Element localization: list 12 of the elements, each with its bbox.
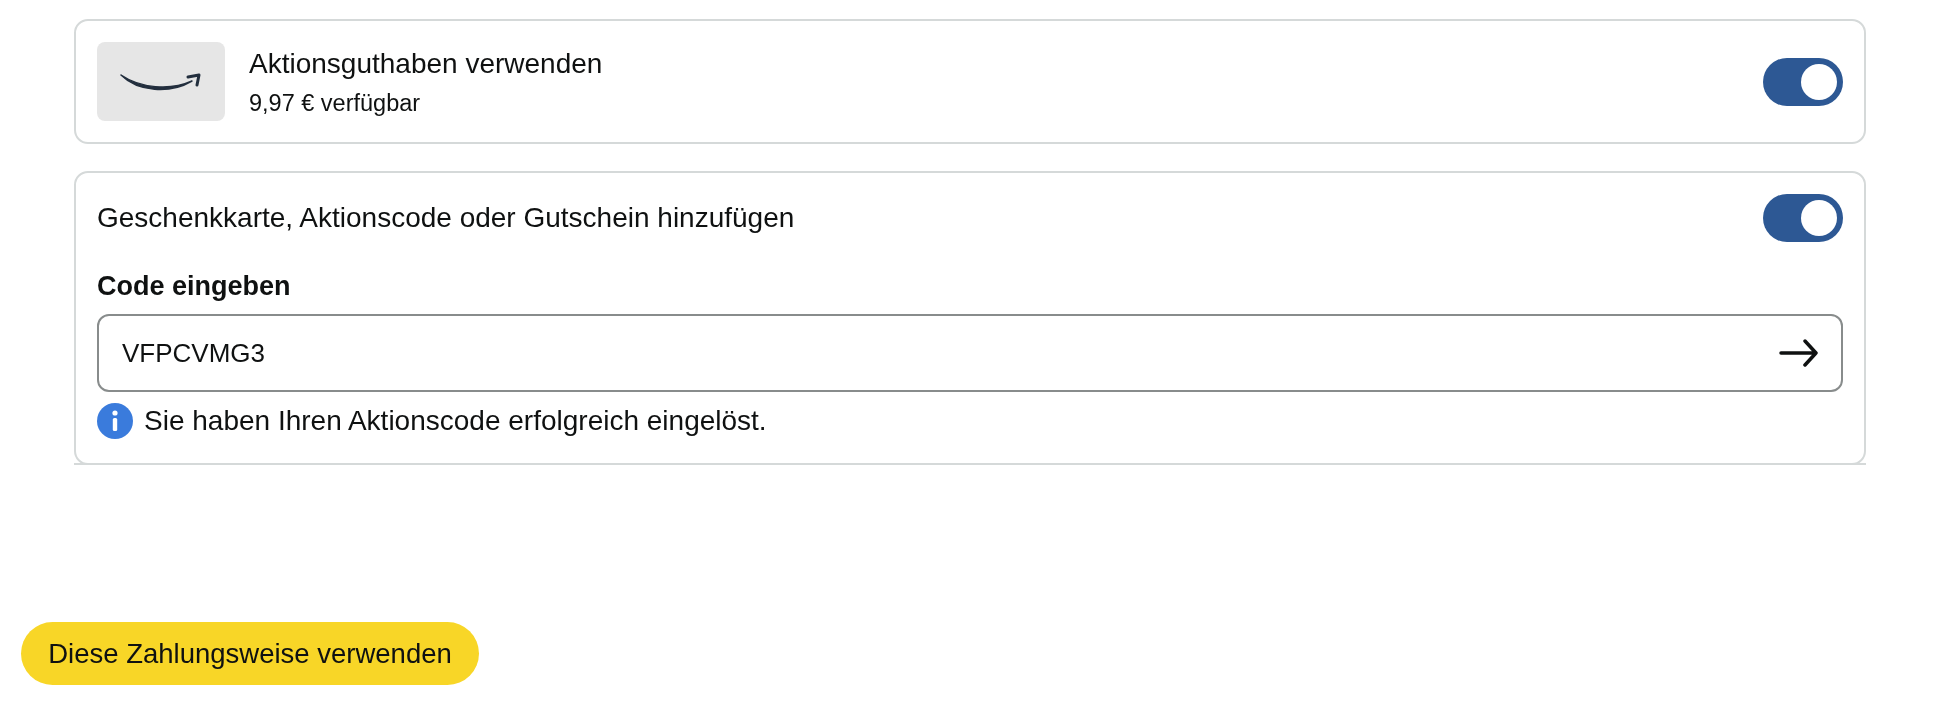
success-message: Sie haben Ihren Aktionscode erfolgreich eingelöst.	[144, 404, 767, 438]
code-input[interactable]: VFPCVMG3	[97, 314, 1843, 392]
promo-title: Aktionsguthaben verwenden	[249, 46, 604, 81]
code-label: Code eingeben	[97, 270, 292, 302]
available-amount: 9,97 € verfügbar	[249, 88, 422, 117]
toggle-switch[interactable]	[1763, 194, 1843, 242]
toggle-switch[interactable]	[1763, 57, 1843, 106]
arrow-right-icon[interactable]	[1779, 339, 1819, 367]
info-icon	[97, 403, 133, 439]
gift-card-title: Geschenkkarte, Aktionscode oder Gutschein hinzufügen	[97, 201, 796, 235]
curved-arrow-icon	[120, 71, 202, 92]
use-payment-button[interactable]: Diese Zahlungsweise verwenden	[21, 622, 479, 685]
